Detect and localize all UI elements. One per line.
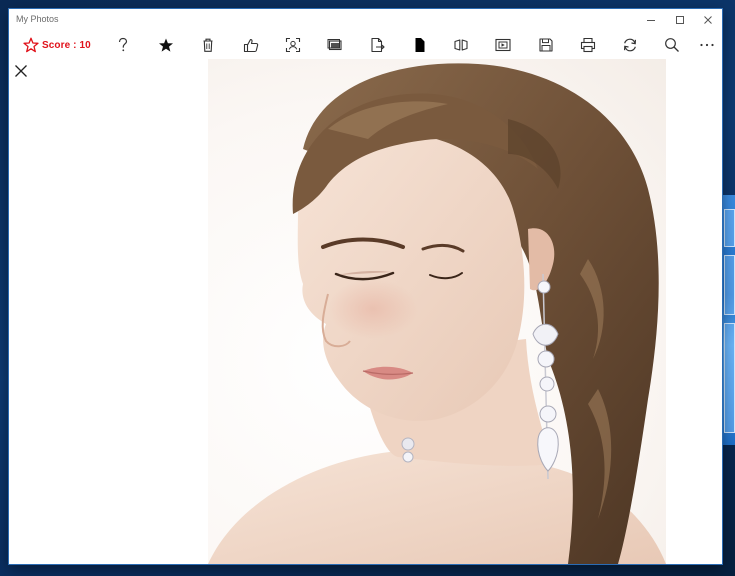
score-button[interactable]: Score : 10 xyxy=(23,31,103,59)
favorite-button[interactable] xyxy=(156,31,176,59)
save-button[interactable] xyxy=(535,31,557,59)
file-export-icon xyxy=(371,37,385,53)
close-viewer-button[interactable] xyxy=(13,63,29,79)
export-button[interactable] xyxy=(366,31,388,59)
window-title: My Photos xyxy=(16,14,59,24)
photo-image xyxy=(208,59,666,564)
close-icon xyxy=(15,65,27,77)
desktop-window-edge xyxy=(721,195,735,445)
crop-button[interactable] xyxy=(409,31,431,59)
search-button[interactable] xyxy=(661,31,683,59)
help-button[interactable] xyxy=(113,31,133,59)
delete-button[interactable] xyxy=(198,31,218,59)
desktop-tile xyxy=(724,323,735,433)
gallery-icon xyxy=(327,39,342,51)
close-icon xyxy=(704,16,712,24)
save-icon xyxy=(539,38,553,52)
face-detect-button[interactable] xyxy=(282,31,304,59)
maximize-icon xyxy=(676,16,684,24)
crop-rectangle-icon xyxy=(415,38,425,52)
face-scan-icon xyxy=(285,37,301,53)
more-icon xyxy=(700,43,714,47)
printer-icon xyxy=(580,37,596,53)
refresh-icon xyxy=(624,38,636,52)
presentation-icon xyxy=(495,38,511,52)
photo-viewer xyxy=(9,59,722,564)
title-bar: My Photos xyxy=(9,9,722,31)
close-button[interactable] xyxy=(693,9,723,31)
slideshow-button[interactable] xyxy=(324,31,346,59)
like-button[interactable] xyxy=(240,31,262,59)
maximize-button[interactable] xyxy=(665,9,695,31)
refresh-button[interactable] xyxy=(619,31,641,59)
score-label: Score : 10 xyxy=(42,39,91,51)
minimize-icon xyxy=(647,20,655,21)
question-icon xyxy=(118,37,128,52)
app-window: My Photos Score : 10 xyxy=(9,9,722,564)
toolbar: Score : 10 xyxy=(9,31,722,59)
thumbs-up-icon xyxy=(243,38,259,53)
print-button[interactable] xyxy=(577,31,599,59)
compare-icon xyxy=(454,39,468,51)
star-outline-icon xyxy=(23,37,39,53)
portrait-illustration xyxy=(208,63,666,564)
minimize-button[interactable] xyxy=(636,9,666,31)
star-icon xyxy=(159,38,173,52)
trash-icon xyxy=(203,38,213,52)
desktop-tile xyxy=(724,255,735,315)
desktop-tile xyxy=(724,209,735,247)
more-button[interactable] xyxy=(697,31,717,59)
search-icon xyxy=(665,38,679,52)
compare-button[interactable] xyxy=(450,31,472,59)
present-button[interactable] xyxy=(492,31,514,59)
